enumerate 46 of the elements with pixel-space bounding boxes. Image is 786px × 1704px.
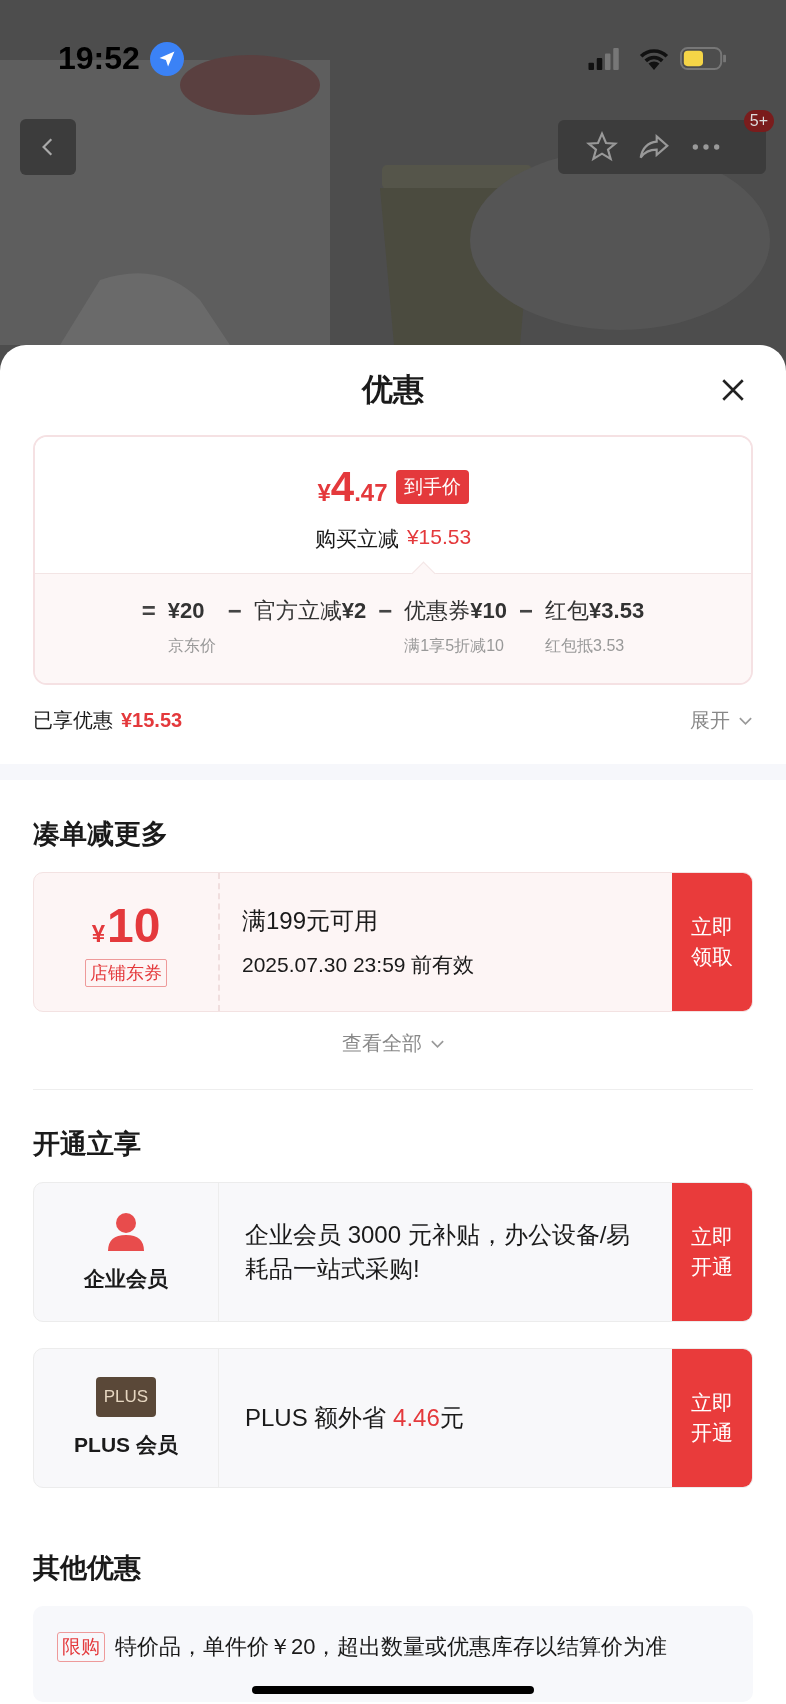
operator: = (141, 596, 156, 626)
star-icon[interactable] (586, 131, 618, 163)
membership-description: PLUS 额外省 4.46元 (245, 1403, 464, 1433)
enjoyed-label: 已享优惠 (33, 708, 113, 733)
wifi-icon (638, 47, 670, 70)
membership-name: PLUS 会员 (74, 1432, 178, 1458)
section-title: 开通立享 (33, 1128, 142, 1161)
person-icon (106, 1211, 146, 1251)
join-button[interactable]: 立即开通 (672, 1349, 752, 1487)
membership-name: 企业会员 (84, 1266, 168, 1292)
expand-button[interactable]: 展开 (690, 707, 753, 734)
term-amount: 官方立减¥2 (253, 597, 367, 625)
final-price: ¥4.47 (317, 463, 388, 511)
limit-tag: 限购 (57, 1632, 105, 1662)
see-all-button[interactable]: 查看全部 (341, 1030, 445, 1057)
offer-text: 特价品，单件价￥20，超出数量或优惠库存以结算价为准 (115, 1633, 668, 1661)
join-button[interactable]: 立即开通 (672, 1183, 752, 1321)
coupon-validity: 2025.07.30 23:59 前有效 (242, 952, 476, 978)
enjoyed-value: ¥15.53 (121, 709, 183, 732)
sheet-title: 优惠 (362, 371, 424, 409)
operator: − (378, 596, 393, 626)
coupon-amount: ¥10 (91, 897, 161, 953)
chevron-down-icon (738, 715, 753, 726)
clock: 19:52 (58, 40, 140, 77)
price-tag: 到手价 (395, 470, 469, 504)
close-button[interactable] (720, 377, 746, 403)
section-title: 其他优惠 (33, 1552, 142, 1585)
claim-button[interactable]: 立即领取 (672, 873, 752, 1011)
section-title: 凑单减更多 (33, 818, 169, 851)
membership-description: 企业会员 3000 元补贴，办公设备/易耗品一站式采购! (245, 1220, 632, 1284)
term-note: 满1享5折减10 (404, 636, 505, 656)
coupon-type-tag: 店铺东券 (85, 958, 167, 987)
term-amount: 优惠券¥10 (404, 597, 508, 625)
saving-label: 购买立减 (314, 526, 399, 552)
battery-icon (680, 47, 726, 70)
signal-icon (588, 47, 622, 70)
coupon-condition: 满199元可用 (242, 906, 380, 936)
term-amount: ¥20 (167, 597, 206, 625)
saving-value: ¥15.53 (406, 525, 472, 550)
chevron-down-icon (429, 1038, 445, 1049)
term-amount: 红包¥3.53 (545, 597, 645, 625)
plus-logo: PLUS (95, 1377, 157, 1417)
operator: − (519, 596, 534, 626)
term-note: 红包抵3.53 (545, 636, 626, 656)
operator: − (227, 596, 242, 626)
term-note: 京东价 (167, 636, 216, 656)
